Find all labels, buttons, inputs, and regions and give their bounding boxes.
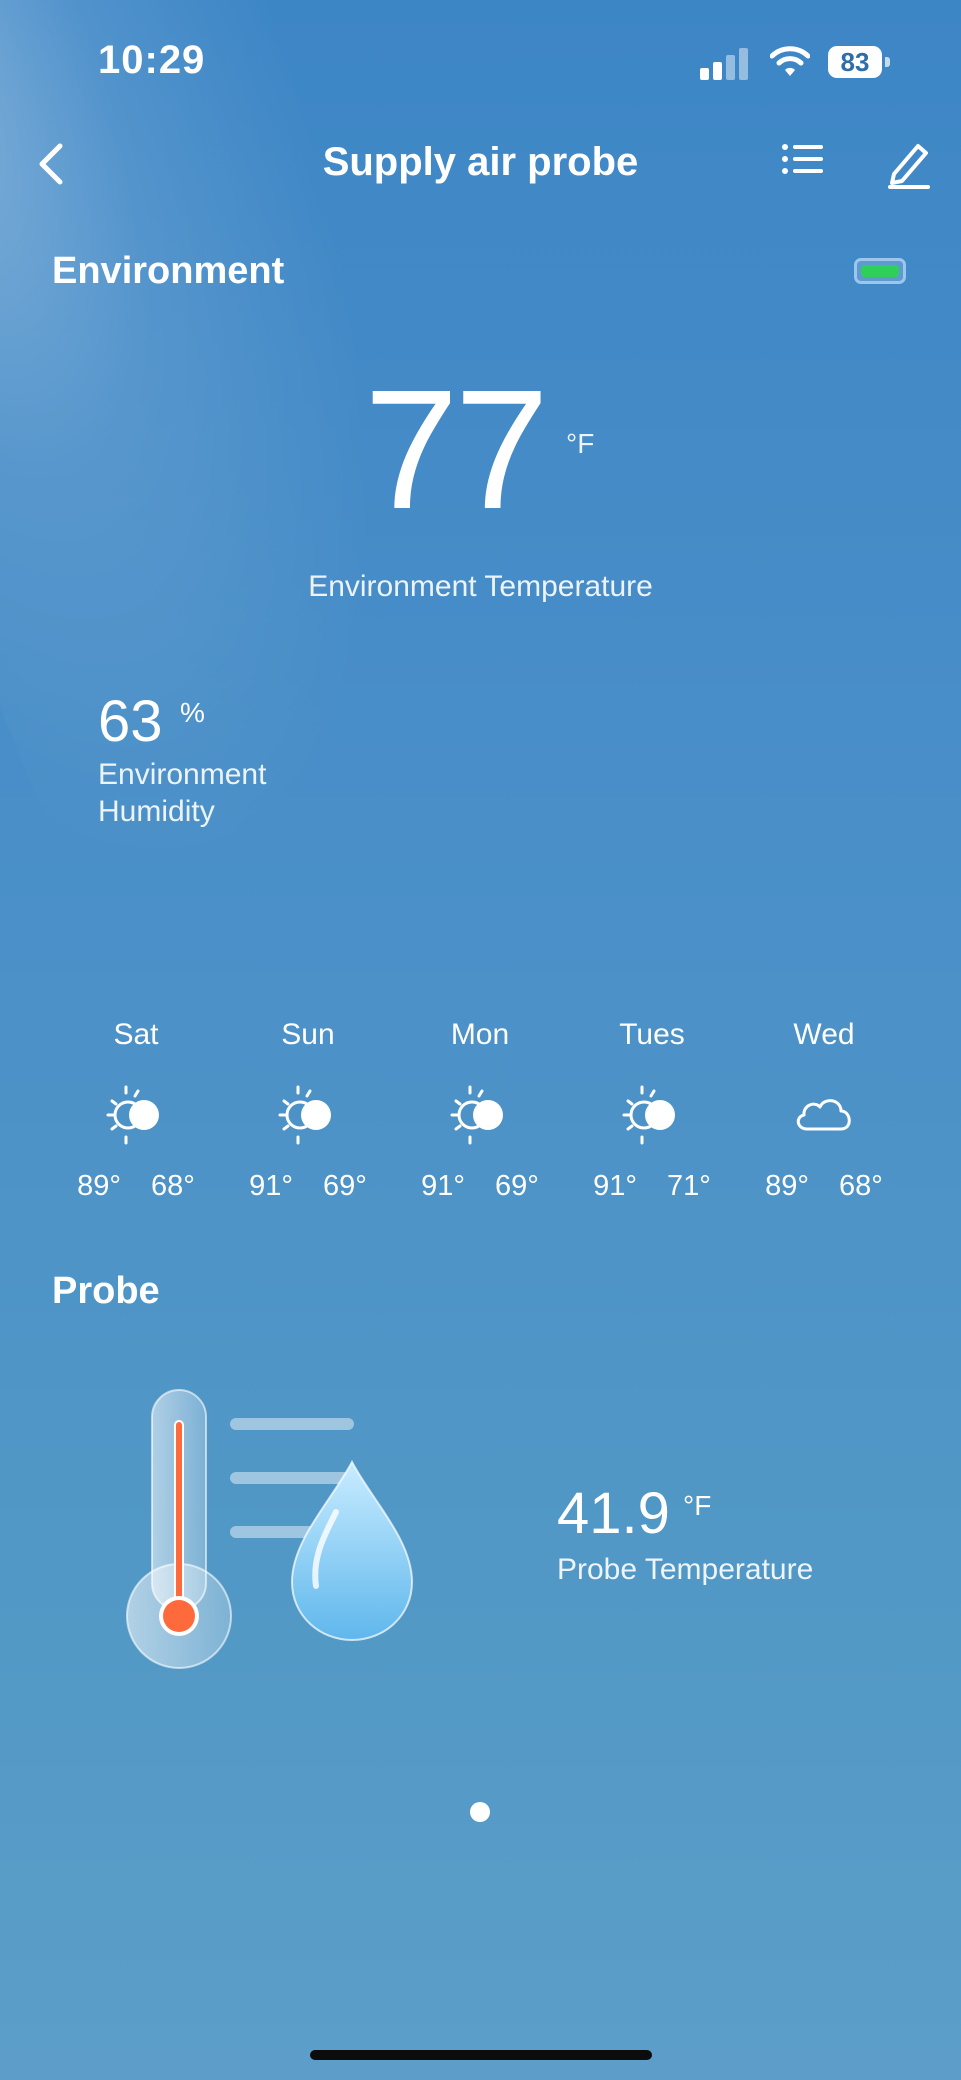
edit-button[interactable]: [884, 138, 934, 190]
forecast-low: 68°: [151, 1170, 195, 1202]
forecast-day-name: Mon: [450, 1018, 510, 1051]
environment-temperature-unit: °F: [566, 428, 595, 459]
list-button[interactable]: [780, 140, 826, 186]
forecast-high: 89°: [765, 1170, 809, 1202]
list-icon: [782, 144, 823, 174]
forecast-low: 69°: [323, 1170, 367, 1202]
environment-temperature-value: 77: [364, 355, 549, 545]
forecast-day-name: Sat: [113, 1018, 159, 1051]
probe-temperature-unit: °F: [683, 1490, 712, 1521]
environment-humidity-unit: %: [180, 697, 205, 728]
forecast-high: 91°: [421, 1170, 465, 1202]
forecast-high: 91°: [593, 1170, 637, 1202]
probe-temperature-value: 41.9: [557, 1481, 670, 1546]
probe-section-title: Probe: [52, 1270, 160, 1312]
environment-temperature-label: Environment Temperature: [308, 570, 653, 603]
forecast-day: Tues 91° 71°: [566, 1018, 738, 1203]
page-indicator-dot[interactable]: [470, 1802, 490, 1822]
probe-temperature-label: Probe Temperature: [557, 1553, 814, 1586]
forecast-high: 91°: [249, 1170, 293, 1202]
forecast-low: 68°: [839, 1170, 883, 1202]
forecast-day: Sat 89° 68°: [50, 1018, 222, 1203]
environment-humidity-value: 63: [98, 689, 163, 754]
forecast-day: Mon 91° 69°: [394, 1018, 566, 1203]
battery-level: 83: [828, 46, 882, 78]
forecast-low: 71°: [667, 1170, 711, 1202]
wifi-icon: [769, 44, 811, 78]
cellular-signal-icon: [700, 46, 752, 80]
partly-sunny-icon: [222, 1058, 394, 1168]
phone-battery-icon: 83: [828, 46, 890, 78]
forecast-day-name: Sun: [281, 1018, 335, 1051]
device-battery-icon: [854, 258, 906, 284]
home-indicator[interactable]: [310, 2050, 652, 2060]
pencil-icon: [888, 144, 930, 189]
status-time: 10:29: [98, 38, 206, 82]
environment-section-title: Environment: [52, 250, 285, 292]
forecast-day: Wed 89° 68°: [738, 1018, 910, 1203]
cloud-icon: [738, 1058, 910, 1168]
partly-sunny-icon: [394, 1058, 566, 1168]
environment-humidity-label: Environment Humidity: [98, 758, 267, 828]
forecast-row: Sat 89° 68° Sun 91° 69° Mon 91° 69° Tues…: [50, 1018, 911, 1203]
forecast-high: 89°: [77, 1170, 121, 1202]
forecast-day: Sun 91° 69°: [222, 1018, 394, 1203]
forecast-day-name: Wed: [793, 1018, 855, 1051]
thermometer-droplet-icon: [110, 1380, 430, 1680]
partly-sunny-icon: [566, 1058, 738, 1168]
partly-sunny-icon: [50, 1058, 222, 1168]
forecast-low: 69°: [495, 1170, 539, 1202]
forecast-day-name: Tues: [619, 1018, 685, 1051]
